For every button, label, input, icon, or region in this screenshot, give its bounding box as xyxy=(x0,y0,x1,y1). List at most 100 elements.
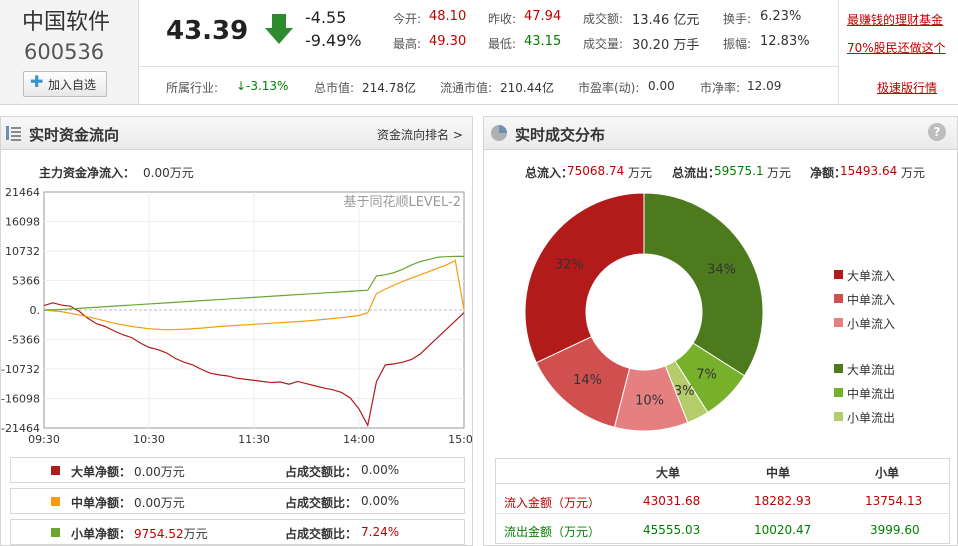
y-tick-label: -10732 xyxy=(1,363,40,376)
chart-watermark: 基于同花顺LEVEL-2 xyxy=(343,194,461,210)
current-price: 43.39 xyxy=(166,16,249,46)
total-outflow-unit: 万元 xyxy=(767,166,792,180)
inflow-small: 13754.13 xyxy=(865,494,923,508)
legend-label: 大单流入 xyxy=(847,269,896,283)
legend-row: 大单净额： 0.00万元 占成交额比： 0.00% xyxy=(10,457,465,483)
x-tick-label: 15:00 xyxy=(448,433,472,446)
stock-code: 600536 xyxy=(24,40,105,64)
total-inflow-unit: 万元 xyxy=(628,166,653,180)
trade-distribution-table: 大单 中单 小单 流入金额（万元） 43031.68 18282.93 1375… xyxy=(495,458,950,544)
legend-swatch xyxy=(834,388,843,397)
legend-swatch xyxy=(51,528,60,537)
turnover-label: 换手: xyxy=(723,12,752,26)
high-label: 最高: xyxy=(393,37,422,51)
legend-value-unit: 万元 xyxy=(160,496,185,510)
header-divider-vertical xyxy=(838,0,839,104)
legend-ratio-label: 占成交额比： xyxy=(285,496,358,510)
donut-slice xyxy=(524,192,645,364)
capital-flow-title: 实时资金流向 xyxy=(29,126,120,144)
slice-label: 10% xyxy=(635,393,664,408)
legend-ratio-label: 占成交额比： xyxy=(285,465,358,479)
legend-value-unit: 万元 xyxy=(183,527,208,541)
ad-link-fund[interactable]: 最赚钱的理财基金 xyxy=(847,11,943,28)
ad-link-stock-tip[interactable]: 70%股民还做这个 xyxy=(847,39,946,56)
inflow-large: 43031.68 xyxy=(643,494,701,508)
legend-swatch xyxy=(834,294,843,303)
legend-swatch xyxy=(834,318,843,327)
quote-header: 中国软件 600536 ✚ 加入自选 43.39 -4.55 -9.49% 今开… xyxy=(0,0,958,105)
pb-value: 12.09 xyxy=(747,79,782,93)
legend-ratio-label: 占成交额比： xyxy=(285,527,358,541)
x-tick-label: 10:30 xyxy=(133,433,165,446)
stock-name: 中国软件 xyxy=(22,10,111,35)
legend-ratio: 0.00% xyxy=(361,463,400,477)
turnover-value: 6.23% xyxy=(760,9,802,24)
legend-swatch xyxy=(834,412,843,421)
table-header-row: 大单 中单 小单 xyxy=(496,459,949,484)
inflow-row-label: 流入金额（万元） xyxy=(504,496,601,510)
y-tick-label: -16098 xyxy=(1,393,40,406)
slice-label: 7% xyxy=(696,368,717,383)
amount-value: 13.46 亿元 xyxy=(632,13,700,28)
legend-row: 中单净额： 0.00万元 占成交额比： 0.00% xyxy=(10,488,465,514)
legend-label: 小单净额： xyxy=(71,527,132,541)
amplitude-label: 振幅: xyxy=(723,37,752,51)
slice-label: 14% xyxy=(573,373,602,388)
market-cap-value: 214.78亿 xyxy=(362,81,416,95)
main-net-inflow-value: 0.00万元 xyxy=(143,166,194,180)
legend-value-number: 0.00 xyxy=(134,496,161,510)
legend-ratio: 0.00% xyxy=(361,494,400,508)
capital-flow-titlebar: 实时资金流向 资金流向排名 > xyxy=(1,117,472,150)
stock-identity: 中国软件 600536 ✚ 加入自选 xyxy=(0,0,139,104)
pe-label: 市盈率(动): xyxy=(578,81,640,95)
pb-label: 市净率: xyxy=(700,81,741,95)
market-cap-label: 总市值: xyxy=(314,81,355,95)
volume-value: 30.20 万手 xyxy=(632,38,700,53)
legend-value: 0.00万元 xyxy=(134,494,185,511)
outflow-large: 45555.03 xyxy=(643,523,701,537)
legend-swatch xyxy=(51,466,60,475)
header-divider xyxy=(138,66,838,67)
float-cap-label: 流通市值: xyxy=(440,81,493,95)
y-tick-label: 10732 xyxy=(5,245,40,258)
y-tick-label: 16098 xyxy=(5,216,40,229)
y-tick-label: 21464 xyxy=(5,187,40,199)
legend-label: 中单流入 xyxy=(847,293,896,307)
capital-flow-ranking-link[interactable]: 资金流向排名 > xyxy=(377,126,463,143)
net-amount-value: 15493.64 xyxy=(840,164,898,178)
y-tick-label: 5366 xyxy=(12,275,40,288)
volume-label: 成交量: xyxy=(583,37,624,51)
legend-swatch xyxy=(834,270,843,279)
main-net-inflow-label: 主力资金净流入： xyxy=(39,166,136,180)
price-change-pct: -9.49% xyxy=(305,31,362,50)
fast-quote-link[interactable]: 极速版行情 xyxy=(877,79,937,96)
y-tick-label: 0. xyxy=(30,304,41,317)
amplitude-value: 12.83% xyxy=(760,34,810,49)
slice-label: 34% xyxy=(707,262,736,277)
add-to-watchlist-button[interactable]: ✚ 加入自选 xyxy=(23,71,107,97)
high-value: 49.30 xyxy=(429,34,467,49)
trade-distribution-panel: 实时成交分布 ? 总流入： 75068.74 万元 总流出： 59575.1 万… xyxy=(483,116,958,546)
table-row: 流入金额（万元） 43031.68 18282.93 13754.13 xyxy=(496,489,949,514)
open-value: 48.10 xyxy=(429,9,467,24)
donut-legend: 大单流入 中单流入 小单流入 大单流出 中单流出 小单流出 xyxy=(834,267,944,437)
total-outflow-label: 总流出： xyxy=(672,166,721,180)
legend-swatch xyxy=(834,364,843,373)
float-cap-value: 210.44亿 xyxy=(500,81,554,95)
donut-slice xyxy=(643,192,764,377)
x-tick-label: 09:30 xyxy=(28,433,60,446)
y-tick-label: -5366 xyxy=(8,334,40,347)
legend-label: 中单流出 xyxy=(847,387,896,401)
add-to-watchlist-label: 加入自选 xyxy=(48,78,97,92)
legend-value-number: 0.00 xyxy=(134,465,161,479)
table-header-small: 小单 xyxy=(875,466,900,480)
help-icon[interactable]: ? xyxy=(928,123,946,141)
open-label: 今开: xyxy=(393,12,422,26)
industry-arrow-icon: ↓ xyxy=(236,79,247,93)
industry-change: -3.13% xyxy=(246,79,289,93)
trade-distribution-titlebar: 实时成交分布 ? xyxy=(484,117,957,150)
legend-label: 小单流入 xyxy=(847,317,896,331)
capital-flow-panel: 实时资金流向 资金流向排名 > 主力资金净流入： 0.00万元 21464 160… xyxy=(0,116,473,546)
legend-swatch xyxy=(51,497,60,506)
legend-ratio: 7.24% xyxy=(361,525,400,539)
